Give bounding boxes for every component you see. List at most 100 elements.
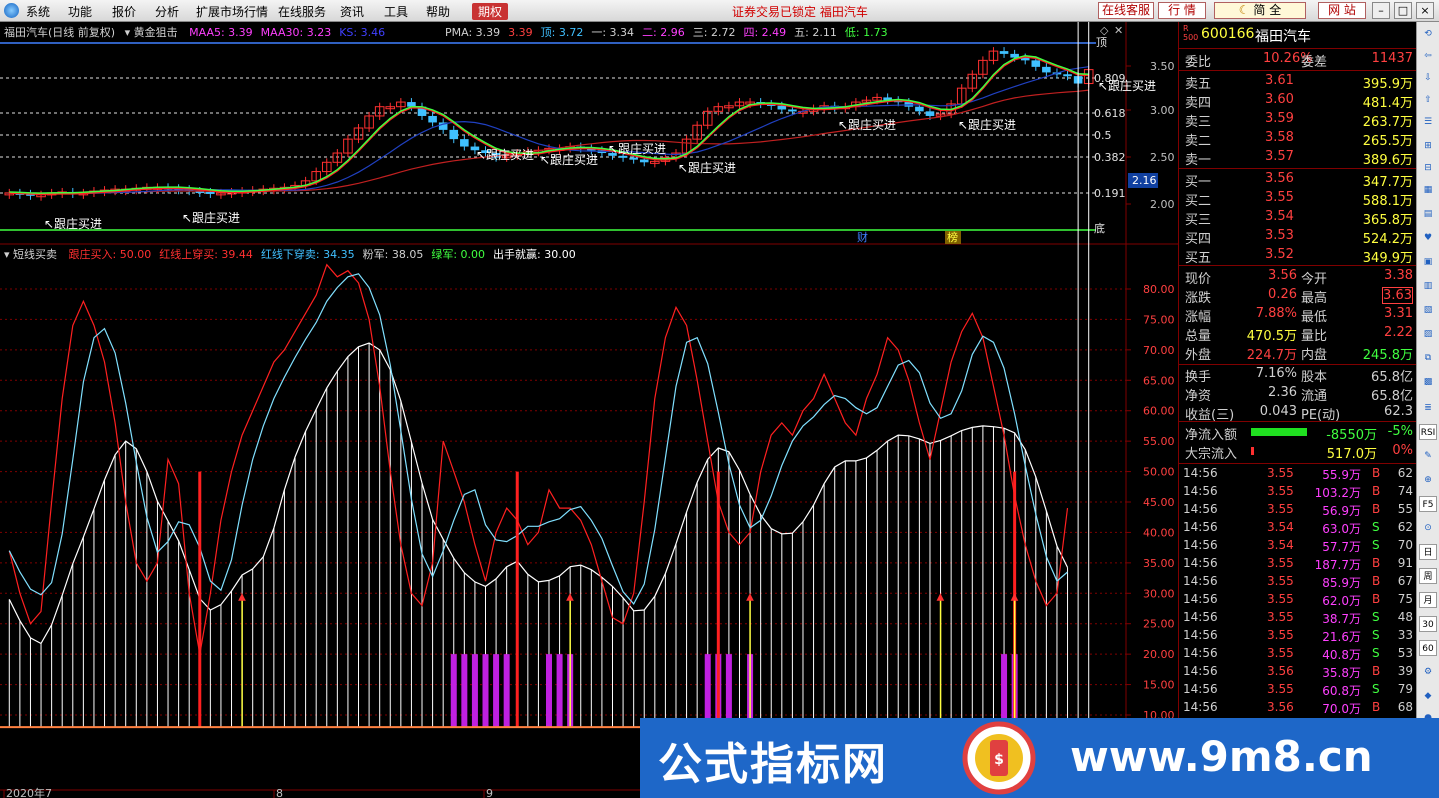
toolbar-60-button[interactable]: 60 <box>1419 640 1437 656</box>
menu-extended-market[interactable]: 扩展市场行情 <box>196 3 268 20</box>
buy-level[interactable]: 买三 3.54 365.8万 <box>1179 208 1417 228</box>
menu-news[interactable]: 资讯 <box>340 3 364 20</box>
tick-row[interactable]: 14:56 3.55 62.0万 B 75 <box>1179 591 1417 609</box>
magenta-bar <box>471 654 478 728</box>
magenta-bar <box>1001 654 1008 728</box>
online-service-button[interactable]: 在线客服 <box>1098 2 1154 19</box>
menu-help[interactable]: 帮助 <box>426 3 450 20</box>
toolbar-tool-icon[interactable]: ⊕ <box>1419 472 1437 488</box>
sell-level[interactable]: 卖四 3.60 481.4万 <box>1179 91 1417 111</box>
sell-level[interactable]: 卖一 3.57 389.6万 <box>1179 148 1417 168</box>
quote-panel: R 500 600166 福田汽车 委比 10.26% 委差 11437 卖五 3.… <box>1178 22 1417 718</box>
tick-row[interactable]: 14:56 3.55 40.8万 S 53 <box>1179 645 1417 663</box>
app-window: 系统 功能 报价 分析 扩展市场行情 在线服务 资讯 工具 帮助 期权 证券交易… <box>0 0 1439 798</box>
stock-header: R 500 600166 福田汽车 <box>1179 24 1417 46</box>
diamond-icon[interactable]: ◇ <box>1100 24 1109 37</box>
menu-online-service[interactable]: 在线服务 <box>278 3 326 20</box>
chart-area[interactable]: 0.809 0.618 0.5 0.382 0.191 顶底 ◇ ✕ 3.50 3.00 2.50 2… <box>0 22 1178 798</box>
tick-price: 3.55 <box>1267 592 1294 606</box>
sell-level[interactable]: 卖二 3.58 265.5万 <box>1179 129 1417 149</box>
level-volume: 347.7万 <box>1362 175 1413 190</box>
tick-row[interactable]: 14:56 3.55 60.8万 S 79 <box>1179 681 1417 699</box>
tick-direction: S <box>1372 610 1380 624</box>
indicator-name[interactable]: 黄金狙击 <box>134 26 178 39</box>
menu-function[interactable]: 功能 <box>68 3 92 20</box>
menu-analysis[interactable]: 分析 <box>155 3 179 20</box>
close-icon[interactable]: × <box>1416 2 1434 19</box>
sell-level[interactable]: 卖五 3.61 395.9万 <box>1179 72 1417 92</box>
tick-row[interactable]: 14:56 3.55 55.9万 B 62 <box>1179 465 1417 483</box>
menu-tools[interactable]: 工具 <box>384 3 408 20</box>
y-tick-label: 3.50 <box>1150 60 1175 73</box>
tick-row[interactable]: 14:56 3.55 187.7万 B 91 <box>1179 555 1417 573</box>
tick-row[interactable]: 14:56 3.55 38.7万 S 48 <box>1179 609 1417 627</box>
tick-row[interactable]: 14:56 3.55 103.2万 B 74 <box>1179 483 1417 501</box>
tick-row[interactable]: 14:56 3.54 57.7万 S 70 <box>1179 537 1417 555</box>
toolbar-tool-icon[interactable]: ⧉ <box>1419 350 1437 366</box>
toolbar-tool-icon[interactable]: ♥ <box>1419 230 1437 246</box>
chevron-down-icon[interactable]: ▾ <box>125 26 131 39</box>
sell-level[interactable]: 卖三 3.59 263.7万 <box>1179 110 1417 130</box>
menu-options[interactable]: 期权 <box>472 3 509 20</box>
toolbar-tool-icon[interactable]: ⊞ <box>1419 138 1437 154</box>
tick-row[interactable]: 14:56 3.55 56.9万 B 55 <box>1179 501 1417 519</box>
toolbar-tool-icon[interactable]: ⟲ <box>1419 26 1437 42</box>
toolbar-tool-icon[interactable]: ▨ <box>1419 326 1437 342</box>
toolbar-月-button[interactable]: 月 <box>1419 592 1437 608</box>
toolbar-tool-icon[interactable]: ≣ <box>1419 400 1437 416</box>
bottom-chart-header: ▾ 短线买卖 跟庄买入: 50.00 红线上穿买: 39.44 红线下穿卖: 34.… <box>4 246 576 262</box>
tick-row[interactable]: 14:56 3.54 63.0万 S 62 <box>1179 519 1417 537</box>
tick-row[interactable]: 14:56 3.55 21.6万 S 33 <box>1179 627 1417 645</box>
website-button[interactable]: 网 站 <box>1318 2 1366 19</box>
toolbar-tool-icon[interactable]: ⊟ <box>1419 160 1437 176</box>
menu-system[interactable]: 系统 <box>26 3 50 20</box>
toolbar-tool-icon[interactable]: ⇧ <box>1419 92 1437 108</box>
maximize-icon[interactable]: □ <box>1394 2 1412 19</box>
toolbar-tool-icon[interactable]: ▥ <box>1419 278 1437 294</box>
toolbar-f5-button[interactable]: F5 <box>1419 496 1437 512</box>
y-tick-label: 2.50 <box>1150 151 1175 164</box>
tick-volume: 62.0万 <box>1322 594 1361 608</box>
magenta-bar <box>556 654 563 728</box>
minimize-icon[interactable]: – <box>1372 2 1390 19</box>
toolbar-tool-icon[interactable]: ✎ <box>1419 448 1437 464</box>
stock-name: 福田汽车 <box>1255 29 1311 45</box>
buy-level[interactable]: 买一 3.56 347.7万 <box>1179 170 1417 190</box>
tick-row[interactable]: 14:56 3.56 70.0万 B 68 <box>1179 699 1417 717</box>
toolbar-tool-icon[interactable]: ⊙ <box>1419 520 1437 536</box>
tick-row[interactable]: 14:56 3.55 85.9万 B 67 <box>1179 573 1417 591</box>
toolbar-30-button[interactable]: 30 <box>1419 616 1437 632</box>
buy-level[interactable]: 买四 3.53 524.2万 <box>1179 227 1417 247</box>
toolbar-tool-icon[interactable]: ▧ <box>1419 302 1437 318</box>
toolbar-tool-icon[interactable]: ◆ <box>1419 688 1437 704</box>
chevron-down-icon[interactable]: ▾ <box>4 248 10 261</box>
toolbar-tool-icon[interactable]: ▤ <box>1419 206 1437 222</box>
toolbar-rsi-button[interactable]: RSI <box>1419 424 1437 440</box>
level-volume: 524.2万 <box>1362 232 1413 247</box>
close-pane-icon[interactable]: ✕ <box>1114 24 1123 37</box>
level-label: 买一 <box>1185 175 1212 190</box>
quote-button[interactable]: 行 情 <box>1158 2 1206 19</box>
toolbar-tool-icon[interactable]: ▩ <box>1419 374 1437 390</box>
toolbar-tool-icon[interactable]: ⇩ <box>1419 70 1437 86</box>
bottom-indicator-name[interactable]: 短线买卖 <box>13 248 57 261</box>
chart-canvas[interactable]: 0.8090.6180.50.3820.191顶底◇ ✕3.503.002.502… <box>0 22 1178 798</box>
level-price: 3.55 <box>1265 190 1294 205</box>
buy-level[interactable]: 买五 3.52 349.9万 <box>1179 246 1417 266</box>
toolbar-tool-icon[interactable]: ☰ <box>1419 114 1437 130</box>
toolbar-tool-icon[interactable]: ⚙ <box>1419 664 1437 680</box>
flow-label: 净流入额 <box>1185 428 1238 443</box>
toolbar-tool-icon[interactable]: ⇦ <box>1419 48 1437 64</box>
y-tick-label: 30.00 <box>1143 587 1175 600</box>
marker-bang: 榜 <box>947 230 958 244</box>
tick-time: 14:56 <box>1183 520 1218 534</box>
buy-level[interactable]: 买二 3.55 588.1万 <box>1179 189 1417 209</box>
tick-row[interactable]: 14:56 3.56 35.8万 B 39 <box>1179 663 1417 681</box>
toolbar-日-button[interactable]: 日 <box>1419 544 1437 560</box>
toolbar-tool-icon[interactable]: ▦ <box>1419 182 1437 198</box>
skin-switch-button[interactable]: ☾ 简 全 <box>1214 2 1306 19</box>
toolbar-tool-icon[interactable]: ▣ <box>1419 254 1437 270</box>
top-label: 顶 <box>1096 36 1107 49</box>
menu-quote[interactable]: 报价 <box>112 3 136 20</box>
toolbar-周-button[interactable]: 周 <box>1419 568 1437 584</box>
